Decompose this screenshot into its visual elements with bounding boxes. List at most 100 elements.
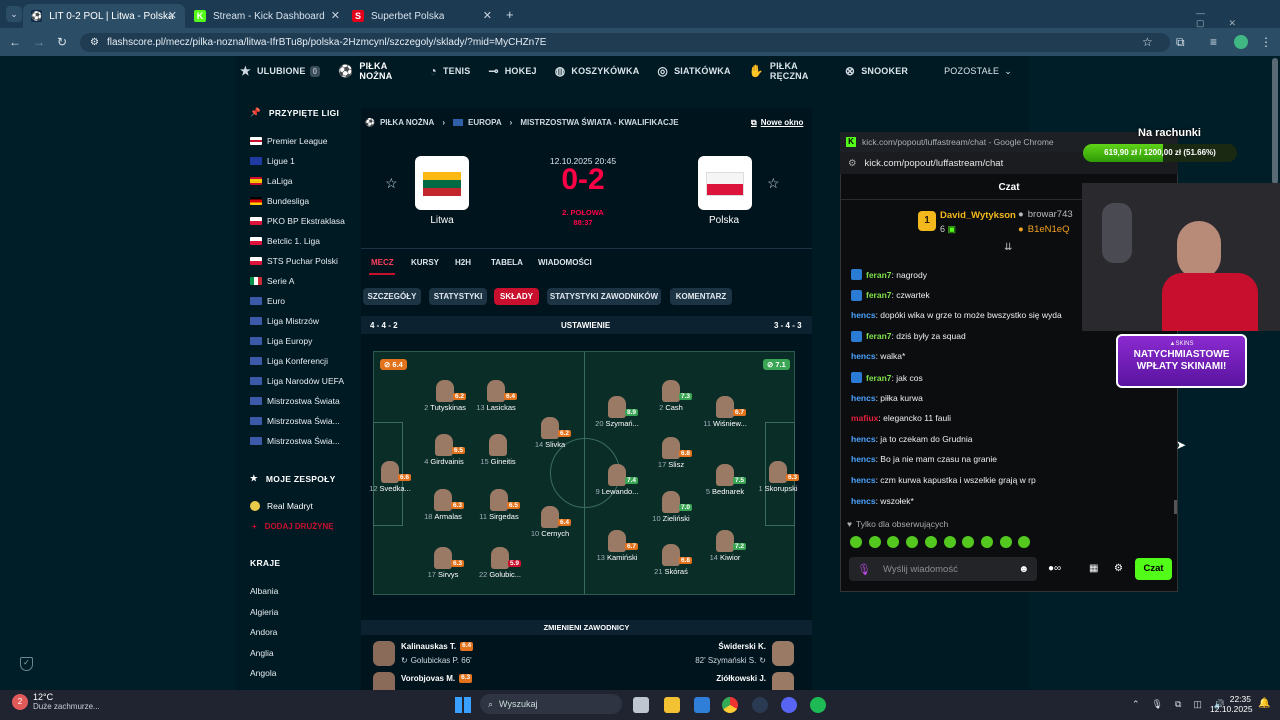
tab-kursy[interactable]: KURSY [411, 258, 439, 267]
tab-h2h[interactable]: H2H [455, 258, 471, 267]
sidebar-league[interactable]: Serie A [250, 276, 294, 286]
sidebar-country[interactable]: Andora [250, 627, 277, 637]
lineup-player[interactable]: 6.5 4 Girdvainis [416, 434, 472, 466]
chat-settings-icon[interactable]: ⚙ [1114, 563, 1123, 574]
forward-icon[interactable]: → [33, 35, 45, 49]
sub-away-in-2[interactable]: Ziółkowski J. [680, 674, 766, 683]
profile-avatar[interactable] [1234, 35, 1248, 49]
sidebar-league[interactable]: Liga Europy [250, 336, 312, 346]
chat-username[interactable]: hencs [851, 454, 876, 464]
lineup-player[interactable]: 8.9 20 Szymań... [589, 396, 645, 428]
menu-icon[interactable]: ⋮ [1260, 35, 1272, 49]
steam-icon[interactable] [752, 697, 768, 713]
add-team-button[interactable]: + DODAJ DRUŻYNĘ [252, 522, 334, 531]
sidebar-league[interactable]: Ligue 1 [250, 156, 295, 166]
sub-home-avatar-2[interactable] [373, 672, 395, 690]
subtab-szczegoly[interactable]: SZCZEGÓŁY [363, 288, 421, 305]
lineup-player[interactable]: 7.4 9 Lewando... [589, 464, 645, 496]
clock[interactable]: 22:35 12.10.2025 [1210, 694, 1253, 714]
browser-tab[interactable]: ⚽ LIT 0-2 POL | Litwa - Polska 12/✕ [23, 4, 185, 28]
lineup-player[interactable]: 6.7 13 Kamiński [589, 530, 645, 562]
lineup-player[interactable]: 6.6 12 Svedka... [362, 461, 418, 493]
sidebar-league[interactable]: Mistrzostwa Świa... [250, 436, 340, 446]
taskbar-search[interactable]: ⌕ Wyszukaj [480, 694, 622, 714]
sidebar-country[interactable]: Anglia [250, 648, 274, 658]
chat-send-button[interactable]: Czat [1135, 558, 1172, 580]
page-scrollbar[interactable] [1272, 58, 1278, 184]
nav-snooker[interactable]: ⊗ SNOOKER [845, 64, 908, 78]
favourite-away-star-icon[interactable]: ☆ [767, 175, 780, 192]
lineup-player[interactable]: 7.5 5 Bednarek [697, 464, 753, 496]
sidebar-country[interactable]: Angola [250, 668, 276, 678]
file-explorer-icon[interactable] [664, 697, 680, 713]
pinned-toggle-icon[interactable]: ⇊ [1004, 242, 1012, 253]
taskview-icon[interactable] [633, 697, 649, 713]
sidebar-league[interactable]: Mistrzostwa Świa... [250, 416, 340, 426]
gift-shop-icon[interactable]: ▦ [1089, 563, 1098, 574]
sub-home-in[interactable]: Kalinauskas T. 6.4 [401, 642, 474, 651]
subtab-statystyki-zawodnikow[interactable]: STATYSTYKI ZAWODNIKÓW [547, 288, 661, 305]
lineup-player[interactable]: 7.0 10 Zieliński [643, 491, 699, 523]
close-tab-icon[interactable]: ✕ [483, 9, 492, 22]
weather-widget[interactable]: 2 12°C Duże zachmurze... [12, 692, 100, 711]
sub-home-in-2[interactable]: Vorobjovas M. 6.3 [401, 674, 473, 683]
chat-username[interactable]: feran7 [866, 290, 892, 300]
notifications-icon[interactable]: 🔔 [1258, 698, 1270, 709]
chat-username[interactable]: feran7 [866, 373, 892, 383]
emote-icon[interactable] [906, 536, 919, 548]
store-icon[interactable] [694, 697, 710, 713]
emote-icon[interactable] [999, 536, 1012, 548]
window-controls[interactable]: —▢✕ [1196, 8, 1280, 29]
close-tab-icon[interactable]: ✕ [168, 9, 177, 22]
chrome-icon[interactable] [722, 697, 738, 713]
chat-scrollbar[interactable] [1174, 500, 1177, 514]
nav-football[interactable]: ⚽ PIŁKA NOŻNA [338, 61, 411, 81]
nav-handball[interactable]: ✋ PIŁKA RĘCZNA [749, 61, 827, 81]
lineup-player[interactable]: 15 Gineitis [470, 434, 526, 466]
chat-username[interactable]: mafiux [851, 413, 878, 423]
sidebar-league[interactable]: Mistrzostwa Świata [250, 396, 340, 406]
start-button-icon[interactable] [455, 697, 471, 713]
lineup-player[interactable]: 6.4 13 Lasickas [468, 380, 524, 412]
lineup-player[interactable]: 6.3 1 Skorupski [750, 461, 806, 493]
supporter-2[interactable]: ● browar743 [1018, 209, 1073, 220]
reading-list-icon[interactable]: ≡ [1210, 35, 1217, 49]
lineup-player[interactable]: 6.8 21 Skóraś [643, 544, 699, 576]
browser-tab[interactable]: K Stream - Kick Dashboard ✕ [186, 4, 348, 28]
away-team-name[interactable]: Polska [694, 215, 754, 226]
tab-wiadomosci[interactable]: WIADOMOŚCI [538, 258, 592, 267]
sidebar-league[interactable]: STS Puchar Polski [250, 256, 338, 266]
sidebar-league[interactable]: Liga Mistrzów [250, 316, 319, 326]
lineup-player[interactable]: 5.9 22 Golubic... [472, 547, 528, 579]
lineup-player[interactable]: 6.5 11 Sirgedas [471, 489, 527, 521]
sidebar-country[interactable]: Albania [250, 586, 278, 596]
breadcrumb-region[interactable]: EUROPA [468, 118, 502, 127]
nav-tennis[interactable]: ◔ TENIS [429, 64, 470, 78]
chat-username[interactable]: feran7 [866, 270, 892, 280]
nav-basketball[interactable]: ◍ KOSZYKÓWKA [555, 64, 640, 78]
lineup-player[interactable]: 7.3 2 Cash [643, 380, 699, 412]
lineup-player[interactable]: 6.2 2 Tutyskinas [417, 380, 473, 412]
chat-username[interactable]: feran7 [866, 331, 892, 341]
emote-icon[interactable] [980, 536, 993, 548]
sidebar-league[interactable]: PKO BP Ekstraklasa [250, 216, 345, 226]
sidebar-league[interactable]: Liga Narodów UEFA [250, 376, 344, 386]
extensions-icon[interactable]: ⧉ [1176, 35, 1185, 50]
chat-username[interactable]: hencs [851, 475, 876, 485]
browser-tab[interactable]: S Superbet Polska ✕ [344, 4, 500, 28]
favourite-home-star-icon[interactable]: ☆ [385, 175, 398, 192]
supporter-3[interactable]: ● B1eN1eQ [1018, 224, 1069, 235]
lineup-player[interactable]: 6.2 14 Slivka [522, 417, 578, 449]
sidebar-league[interactable]: Betclic 1. Liga [250, 236, 320, 246]
discord-icon[interactable] [781, 697, 797, 713]
microphone-icon[interactable]: 🎙 [857, 563, 871, 576]
home-team-crest[interactable] [415, 156, 469, 210]
emote-icon[interactable] [924, 536, 937, 548]
emote-icon[interactable] [868, 536, 881, 548]
new-tab-button[interactable]: + [506, 7, 514, 22]
site-info-icon[interactable]: ⚙ [90, 37, 99, 48]
sidebar-league[interactable]: LaLiga [250, 176, 293, 186]
tab-search-icon[interactable]: ⌄ [6, 6, 22, 22]
url-field[interactable]: ⚙ flashscore.pl/mecz/pilka-nozna/litwa-If… [80, 33, 1170, 52]
lineup-player[interactable]: 6.7 11 Wiśniew... [697, 396, 753, 428]
